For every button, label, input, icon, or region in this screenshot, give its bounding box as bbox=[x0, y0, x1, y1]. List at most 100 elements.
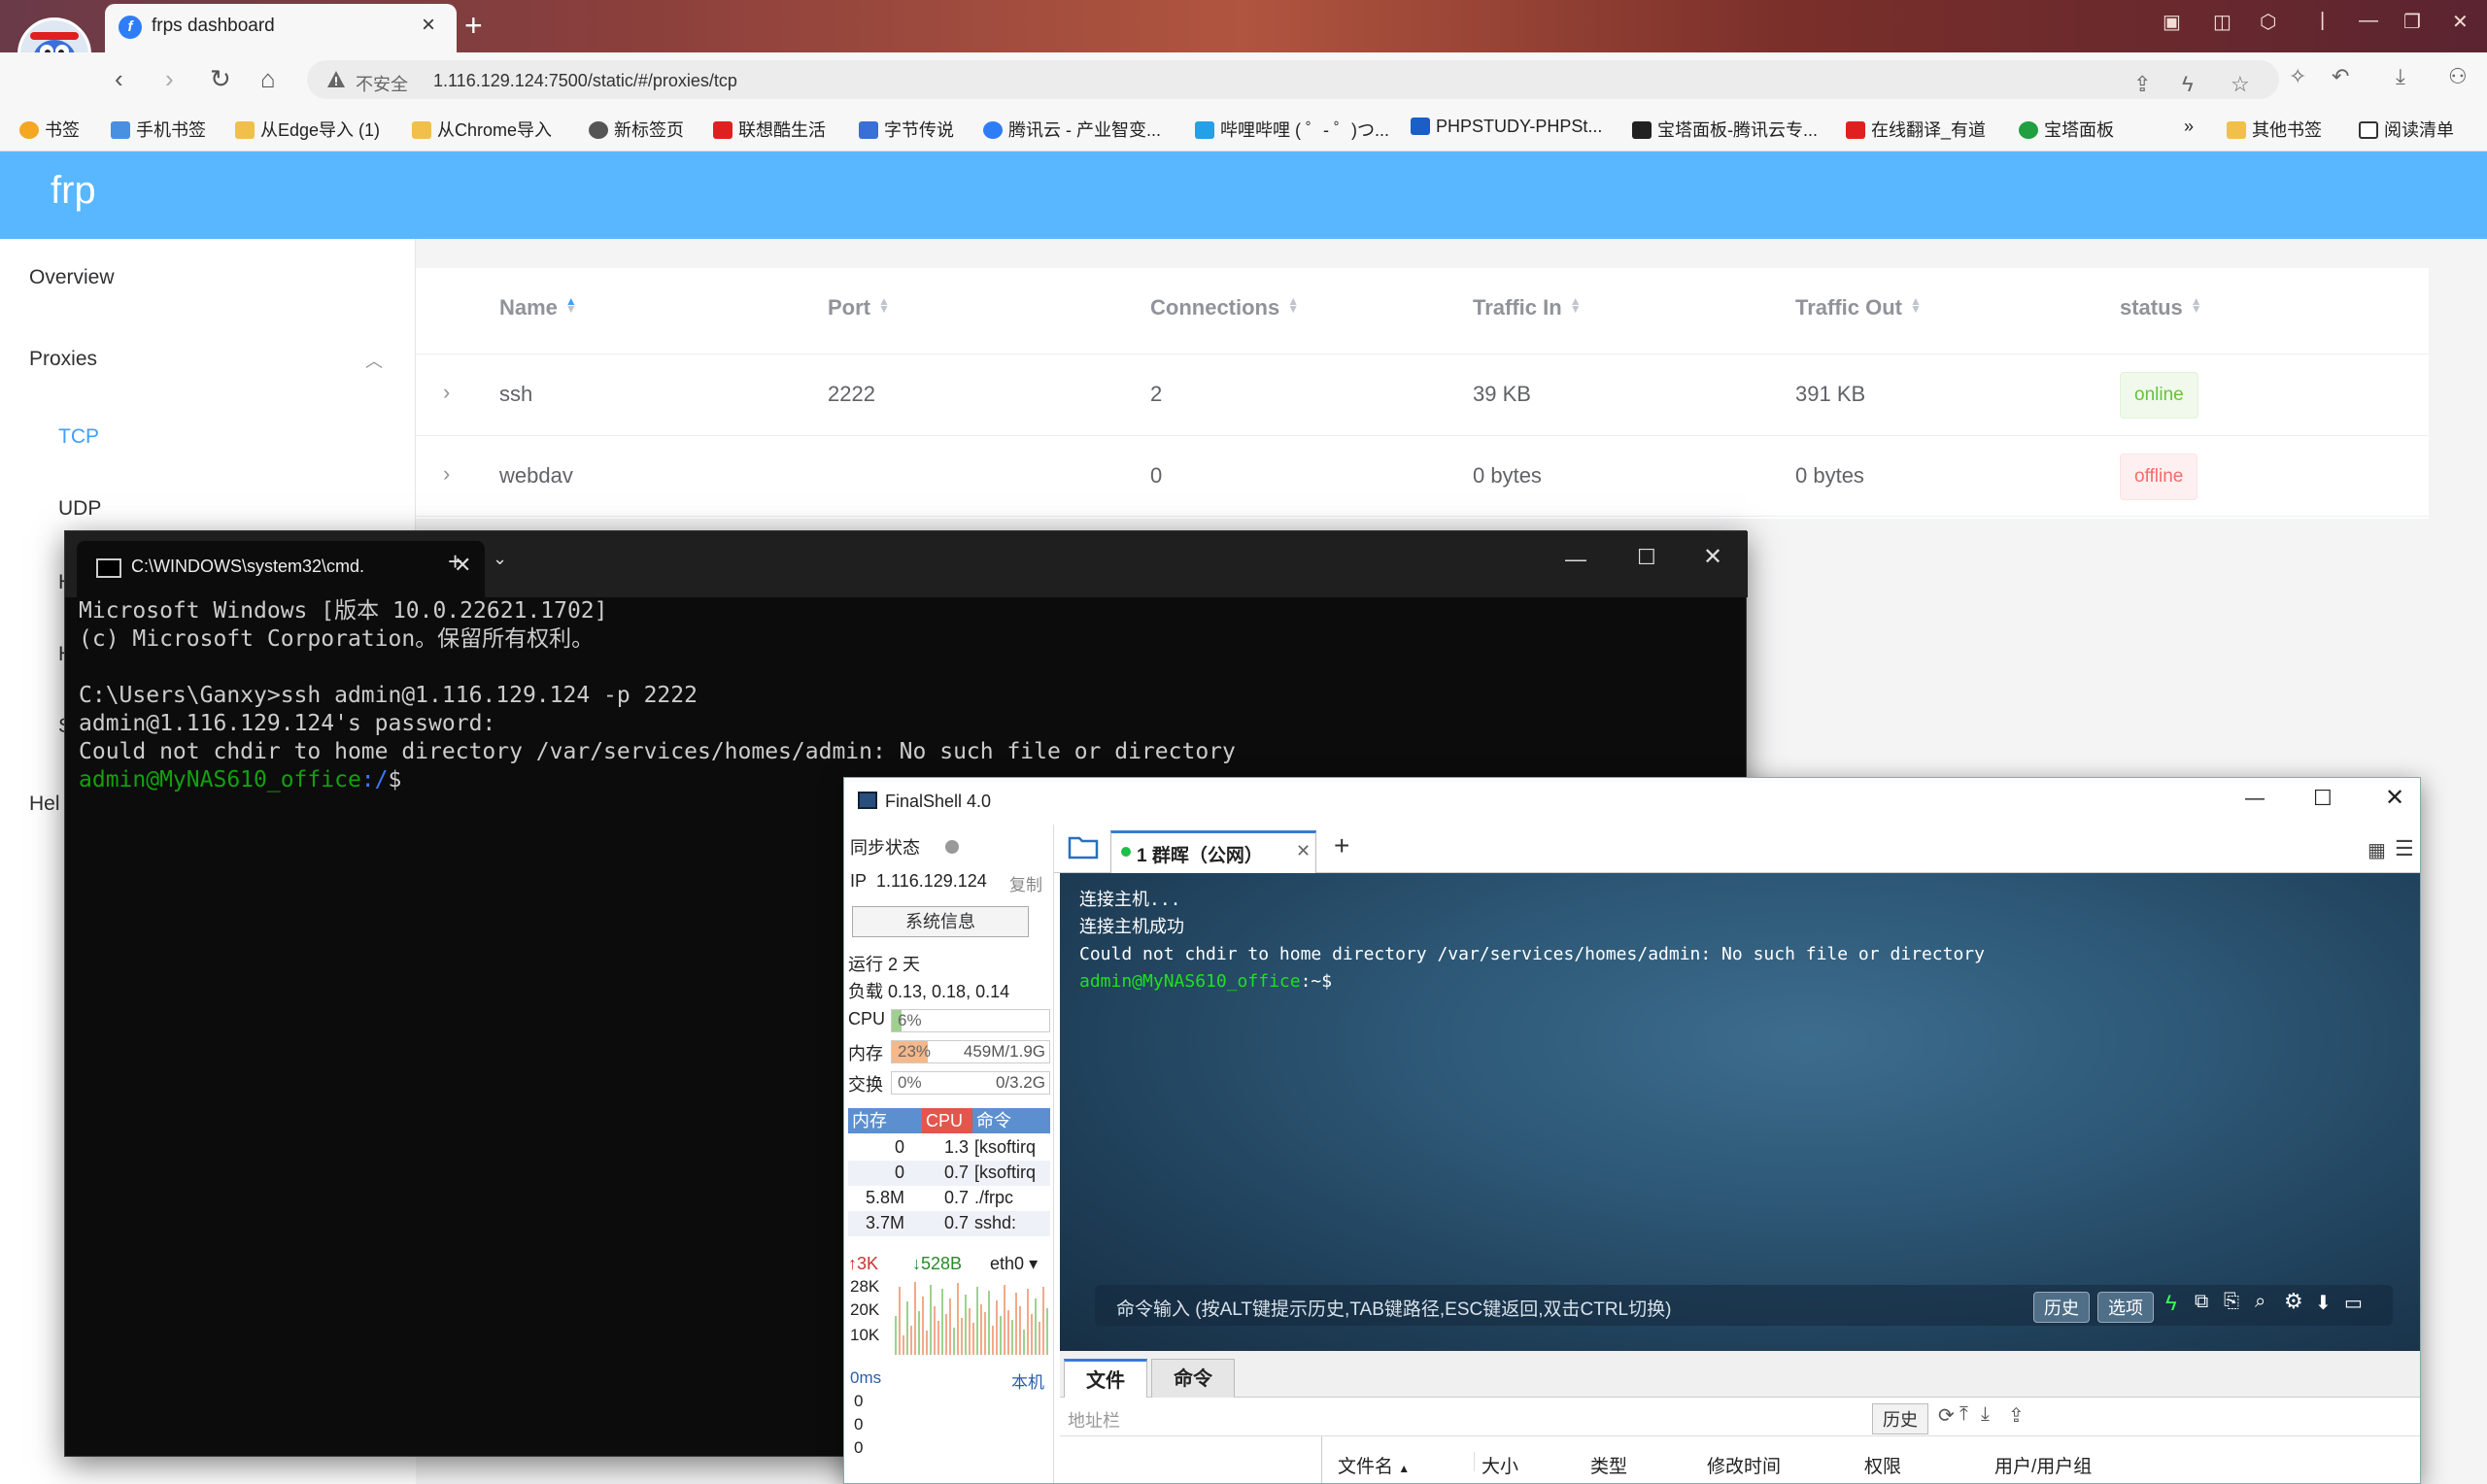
gear-icon[interactable]: ⚙ bbox=[2284, 1289, 2303, 1314]
terminal-panel[interactable]: 连接主机... 连接主机成功 Could not chdir to home dir… bbox=[1060, 873, 2420, 1351]
collections-icon[interactable]: ▣ bbox=[2163, 10, 2181, 34]
session-tab-active[interactable]: 1 群晖（公网） ✕ bbox=[1110, 830, 1316, 873]
tab-commands[interactable]: 命令 bbox=[1151, 1359, 1235, 1398]
bookmark-item[interactable]: PHPSTUDY-PHPSt... bbox=[1411, 117, 1602, 137]
url-field[interactable]: 不安全 1.116.129.124:7500/static/#/proxies/… bbox=[307, 60, 2279, 99]
table-row[interactable]: › webdav 0 0 bytes 0 bytes offline bbox=[416, 435, 2429, 517]
process-row[interactable]: 5.8M 0.7 ./frpc bbox=[848, 1186, 1050, 1211]
sort-icon[interactable]: ▲ ▼ bbox=[2191, 295, 2202, 315]
close-window-icon[interactable]: ✕ bbox=[2385, 784, 2404, 812]
lightning-icon[interactable]: ϟ bbox=[2182, 72, 2194, 97]
close-window-icon[interactable]: ✕ bbox=[2452, 10, 2469, 34]
new-tab-button[interactable]: + bbox=[464, 8, 483, 44]
sort-icon[interactable]: ▲ ▼ bbox=[878, 295, 890, 315]
star-icon[interactable]: ☆ bbox=[2231, 72, 2250, 97]
column-header-modified[interactable]: 修改时间 bbox=[1707, 1452, 1781, 1478]
process-header-cpu[interactable]: CPU bbox=[922, 1108, 972, 1133]
bookmark-item[interactable]: 腾讯云 - 产业智变... bbox=[983, 117, 1161, 142]
copy-ip-button[interactable]: 复制 bbox=[1009, 871, 1042, 895]
fullscreen-icon[interactable]: ▭ bbox=[2344, 1291, 2363, 1315]
other-bookmarks-folder[interactable]: 其他书签 bbox=[2227, 117, 2322, 142]
forward-icon[interactable]: › bbox=[165, 64, 174, 94]
refresh-icon[interactable]: ↻ bbox=[210, 64, 231, 94]
chevron-down-icon[interactable]: ⌄ bbox=[493, 549, 507, 569]
tab-files[interactable]: 文件 bbox=[1064, 1359, 1147, 1398]
puzzle-icon[interactable]: ✧ bbox=[2289, 64, 2306, 89]
undo-icon[interactable]: ↶ bbox=[2332, 64, 2349, 89]
maximize-icon[interactable]: ☐ bbox=[1637, 545, 1656, 570]
bookmark-folder[interactable]: 从Edge导入 (1) bbox=[235, 117, 380, 142]
bookmark-item[interactable]: 联想酷生活 bbox=[713, 117, 826, 142]
download-icon[interactable]: ⤓ bbox=[2396, 64, 2405, 89]
cmd-output[interactable]: Microsoft Windows [版本 10.0.22621.1702] (c… bbox=[79, 597, 1236, 794]
command-input[interactable]: 命令输入 (按ALT键提示历史,TAB键路径,ESC键返回,双击CTRL切换) bbox=[1116, 1295, 1671, 1321]
expand-chevron-icon[interactable]: › bbox=[443, 461, 450, 487]
copy-icon[interactable]: ⧉ bbox=[2195, 1291, 2208, 1313]
chevron-up-icon[interactable]: ︿ bbox=[365, 348, 383, 373]
download-icon[interactable]: ⬇ bbox=[2315, 1291, 2332, 1315]
system-info-button[interactable]: 系统信息 bbox=[852, 906, 1029, 937]
download-icon[interactable]: ⤓ bbox=[1981, 1403, 1990, 1426]
process-header-mem[interactable]: 内存 bbox=[848, 1108, 922, 1133]
minimize-icon[interactable]: — bbox=[2359, 10, 2378, 32]
paste-icon[interactable]: ⎘ bbox=[2224, 1291, 2239, 1313]
menu-icon[interactable]: ☰ bbox=[2395, 836, 2414, 861]
bookmark-item[interactable]: 书签 bbox=[19, 117, 80, 142]
extensions-icon[interactable]: ◫ bbox=[2213, 10, 2231, 34]
cmd-tab[interactable]: C:\WINDOWS\system32\cmd. ✕ bbox=[77, 541, 485, 597]
maximize-icon[interactable]: ☐ bbox=[2313, 786, 2333, 811]
sort-icon[interactable]: ▲ ▼ bbox=[1287, 295, 1299, 315]
bookmark-item[interactable]: 在线翻译_有道 bbox=[1846, 117, 1986, 142]
bookmark-folder[interactable]: 从Chrome导入 bbox=[412, 117, 552, 142]
shield-icon[interactable]: ⬡ bbox=[2260, 10, 2276, 34]
parent-folder-icon[interactable]: ⤒ bbox=[1959, 1403, 1968, 1426]
history-button[interactable]: 历史 bbox=[2033, 1292, 2090, 1323]
minimize-icon[interactable]: — bbox=[1565, 547, 1586, 572]
add-session-icon[interactable]: + bbox=[1334, 830, 1349, 861]
sidebar-item-udp[interactable]: UDP bbox=[58, 497, 101, 521]
column-header-traffic-out[interactable]: Traffic Out ▲ ▼ bbox=[1795, 295, 1922, 320]
column-header-traffic-in[interactable]: Traffic In ▲ ▼ bbox=[1473, 295, 1582, 320]
bookmark-item[interactable]: 字节传说 bbox=[859, 117, 954, 142]
bookmark-item[interactable]: 哔哩哔哩 ( ゜- ゜)つ... bbox=[1195, 117, 1389, 142]
process-row[interactable]: 0 0.7 [ksoftirq bbox=[848, 1161, 1050, 1186]
column-header-port[interactable]: Port ▲ ▼ bbox=[828, 295, 890, 320]
tab-close-icon[interactable]: × bbox=[422, 12, 435, 39]
sidebar-item-help[interactable]: Hel bbox=[29, 793, 60, 816]
address-input[interactable]: 地址栏 bbox=[1068, 1407, 1120, 1433]
column-header-size[interactable]: 大小 bbox=[1482, 1452, 1518, 1478]
user-icon[interactable]: ⚇ bbox=[2448, 64, 2468, 89]
table-row[interactable]: › ssh 2222 2 39 KB 391 KB online bbox=[416, 354, 2429, 435]
process-row[interactable]: 0 1.3 [ksoftirq bbox=[848, 1135, 1050, 1161]
bookmarks-more-button[interactable]: » bbox=[2184, 117, 2194, 137]
column-header-status[interactable]: status ▲ ▼ bbox=[2120, 295, 2202, 320]
bookmark-item[interactable]: 手机书签 bbox=[111, 117, 206, 142]
options-button[interactable]: 选项 bbox=[2097, 1292, 2154, 1323]
directory-tree[interactable] bbox=[1060, 1436, 1322, 1483]
file-history-button[interactable]: 历史 bbox=[1872, 1403, 1928, 1434]
new-tab-icon[interactable]: + bbox=[448, 547, 462, 577]
home-icon[interactable]: ⌂ bbox=[260, 64, 276, 94]
frp-logo[interactable]: frp bbox=[51, 169, 96, 213]
browser-tab-active[interactable]: f frps dashboard × bbox=[105, 4, 457, 52]
folder-open-icon[interactable] bbox=[1068, 834, 1099, 860]
minimize-icon[interactable]: — bbox=[2245, 788, 2265, 810]
column-header-owner[interactable]: 用户/用户组 bbox=[1994, 1452, 2092, 1478]
net-interface-select[interactable]: eth0 ▾ bbox=[990, 1254, 1038, 1274]
bookmark-item[interactable]: 宝塔面板-腾讯云专... bbox=[1632, 117, 1818, 142]
grid-view-icon[interactable]: ▦ bbox=[2368, 838, 2386, 862]
column-header-filename[interactable]: 文件名 ▲ bbox=[1338, 1452, 1410, 1478]
back-icon[interactable]: ‹ bbox=[115, 64, 123, 94]
sort-icon[interactable]: ▲ ▼ bbox=[1570, 295, 1582, 315]
bookmark-item[interactable]: 新标签页 bbox=[589, 117, 684, 142]
process-header-cmd[interactable]: 命令 bbox=[972, 1108, 1050, 1133]
upload-icon[interactable]: ⇪ bbox=[2008, 1403, 2025, 1428]
sort-icon[interactable]: ▲ ▼ bbox=[1910, 295, 1922, 315]
reading-list-button[interactable]: 阅读清单 bbox=[2359, 117, 2454, 142]
column-header-permissions[interactable]: 权限 bbox=[1864, 1452, 1901, 1478]
url-text[interactable]: 1.116.129.124:7500/static/#/proxies/tcp bbox=[433, 71, 737, 91]
process-row[interactable]: 3.7M 0.7 sshd: bbox=[848, 1211, 1050, 1236]
sidebar-item-proxies[interactable]: Proxies bbox=[29, 348, 97, 371]
share-icon[interactable]: ⇪ bbox=[2133, 72, 2151, 97]
column-header-name[interactable]: Name ▲ ▼ bbox=[499, 295, 577, 320]
